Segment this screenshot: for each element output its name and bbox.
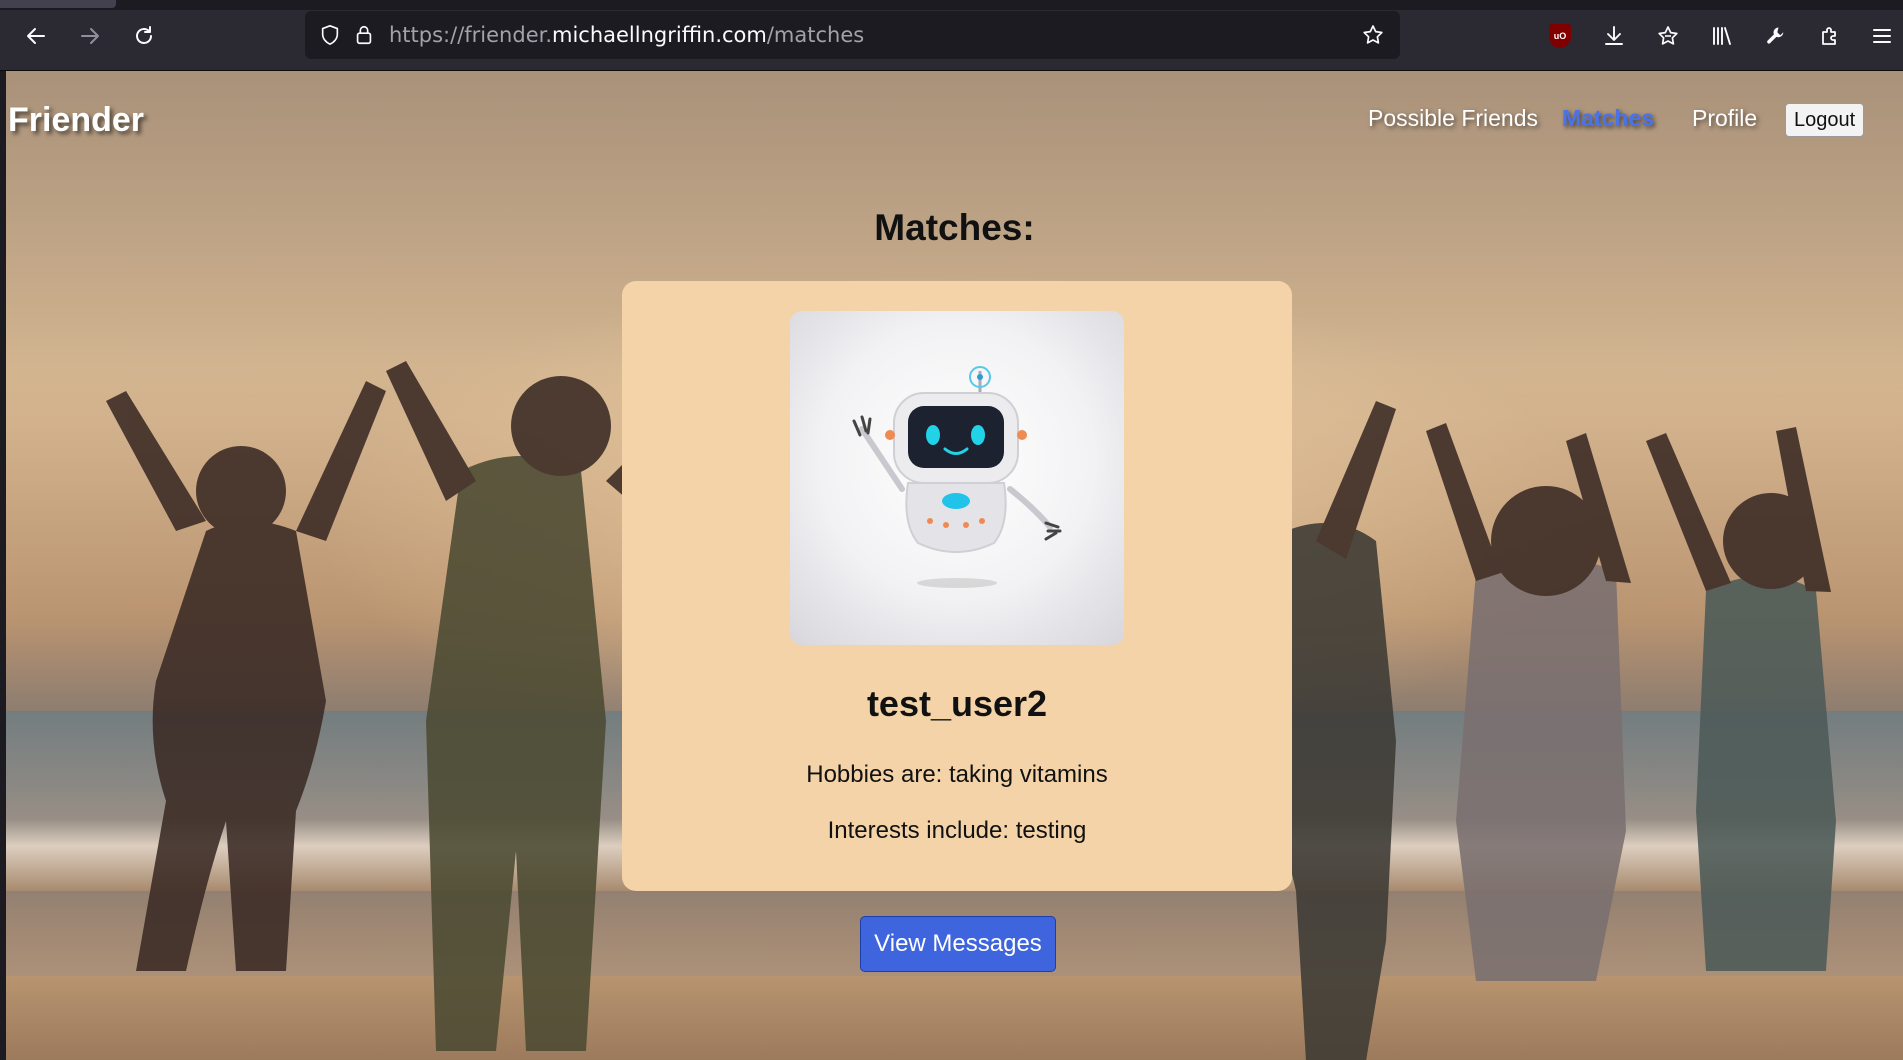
puzzle-piece-icon xyxy=(1822,27,1836,45)
star-list-icon xyxy=(1658,26,1678,45)
hamburger-menu-icon xyxy=(1873,29,1891,43)
tracking-protection-shield-icon[interactable] xyxy=(315,20,345,50)
tab-strip xyxy=(0,0,1903,10)
app-menu-button[interactable] xyxy=(1862,16,1902,56)
devtools-button[interactable] xyxy=(1756,16,1796,56)
url-text[interactable]: https://friender.michaellngriffin.com/ma… xyxy=(389,23,864,47)
forward-button[interactable] xyxy=(70,16,110,56)
reload-button[interactable] xyxy=(124,16,164,56)
library-button[interactable] xyxy=(1702,16,1742,56)
bookmark-star-icon[interactable] xyxy=(1358,20,1388,50)
page-title: Matches: xyxy=(874,207,1035,248)
ublock-button[interactable]: uO xyxy=(1540,16,1580,56)
view-messages-button[interactable]: View Messages xyxy=(860,916,1056,972)
extensions-button[interactable] xyxy=(1810,16,1850,56)
back-button[interactable] xyxy=(16,16,56,56)
match-interests: Interests include: testing xyxy=(827,817,1087,844)
lock-icon[interactable] xyxy=(349,20,379,50)
robot-avatar-icon xyxy=(852,366,1062,588)
match-card: test_user2 Hobbies are: taking vitamins … xyxy=(622,281,1292,891)
wrench-icon xyxy=(1767,27,1784,44)
page-viewport: Friender Possible Friends Matches Profil… xyxy=(6,71,1903,1060)
downloads-button[interactable] xyxy=(1594,16,1634,56)
match-hobbies: Hobbies are: taking vitamins xyxy=(806,761,1108,788)
url-prefix: https://friender. xyxy=(389,23,552,47)
bookmarks-button[interactable] xyxy=(1648,16,1688,56)
browser-toolbar: https://friender.michaellngriffin.com/ma… xyxy=(0,0,1903,71)
ublock-shield-icon: uO xyxy=(1549,24,1571,48)
nav-possible-friends[interactable]: Possible Friends xyxy=(1368,105,1538,132)
forward-arrow-icon xyxy=(81,28,99,44)
url-domain: michaellngriffin.com xyxy=(552,23,767,47)
match-username: test_user2 xyxy=(866,683,1048,724)
download-icon xyxy=(1605,26,1623,45)
avatar xyxy=(790,311,1124,645)
reload-icon xyxy=(136,26,152,44)
logout-button[interactable]: Logout xyxy=(1785,103,1865,137)
back-arrow-icon xyxy=(27,28,45,44)
url-path: /matches xyxy=(766,23,865,47)
active-tab[interactable] xyxy=(0,0,116,8)
address-bar[interactable]: https://friender.michaellngriffin.com/ma… xyxy=(305,11,1400,59)
nav-profile[interactable]: Profile xyxy=(1692,105,1757,132)
brand-logo[interactable]: Friender xyxy=(8,101,144,140)
nav-matches[interactable]: Matches xyxy=(1562,105,1654,132)
library-icon xyxy=(1713,27,1731,45)
